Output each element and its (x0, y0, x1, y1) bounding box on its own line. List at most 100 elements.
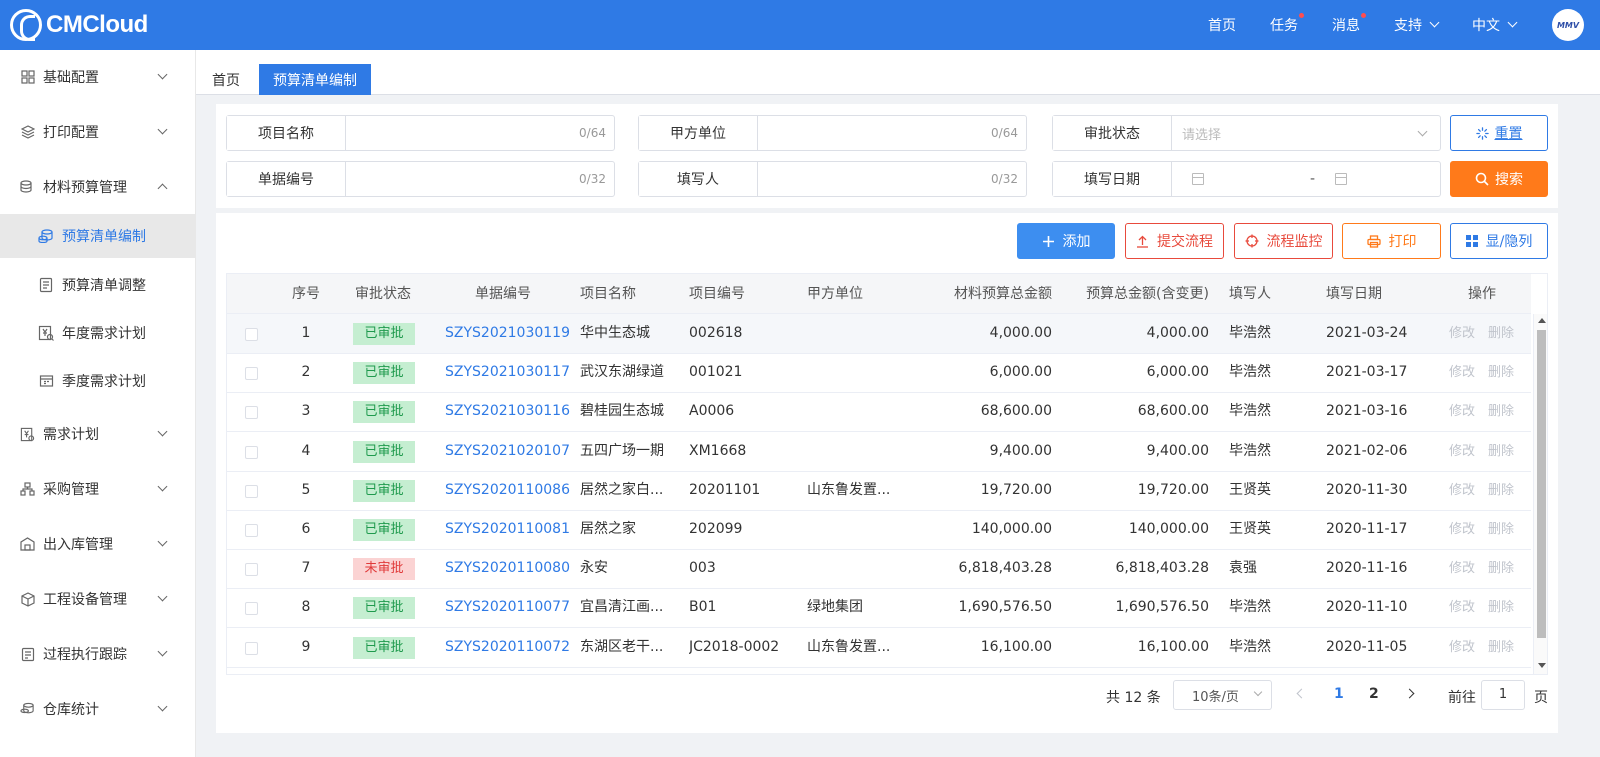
row-checkbox[interactable] (245, 328, 258, 341)
delete-button[interactable]: 删除 (1488, 432, 1518, 471)
sidebar-item-procurement[interactable]: 采购管理 (0, 467, 195, 511)
nav-support[interactable]: 支持 (1394, 15, 1440, 35)
cell-doc-no[interactable]: SZYS2021030117 (445, 353, 570, 392)
prev-page-icon[interactable] (1296, 688, 1307, 699)
goto-page-input[interactable]: 1 (1481, 680, 1525, 710)
sidebar-item-warehouse-stats[interactable]: 仓库统计 (0, 687, 195, 731)
process-monitor-button[interactable]: 流程监控 (1234, 223, 1333, 259)
print-button[interactable]: 打印 (1342, 223, 1441, 259)
sidebar-item-material-budget[interactable]: 材料预算管理 (0, 165, 195, 209)
table-row[interactable]: 已审批 4 SZYS2021020107 五四广场一期 XM1668 9,400.00 9,… (227, 432, 1531, 472)
nav-tasks[interactable]: 任务 (1270, 13, 1304, 35)
toggle-columns-button[interactable]: 显/隐列 (1450, 223, 1548, 259)
row-checkbox[interactable] (245, 641, 258, 655)
cell-total-with-changes: 16,100.00 (1137, 638, 1209, 655)
chevron-down-icon (1417, 126, 1428, 137)
tab-home[interactable]: 首页 (198, 64, 254, 95)
scroll-up-icon[interactable] (1538, 318, 1546, 323)
edit-button[interactable]: 修改 (1449, 314, 1479, 353)
nav-home[interactable]: 首页 (1208, 15, 1236, 35)
sidebar-item-basic-config[interactable]: 基础配置 (0, 55, 195, 99)
search-button[interactable]: 搜索 (1450, 161, 1548, 197)
table-row[interactable]: 已审批 6 SZYS2020110081 居然之家 202099 140,000.00 14… (227, 510, 1531, 550)
table-row[interactable]: 已审批 2 SZYS2021030117 武汉东湖绿道 001021 6,000.00 6,… (227, 353, 1531, 394)
delete-button[interactable]: 删除 (1488, 588, 1518, 627)
col-header-status: 审批状态 (355, 286, 411, 302)
scroll-down-icon[interactable] (1538, 663, 1546, 668)
delete-button[interactable]: 删除 (1488, 353, 1518, 392)
cell-doc-no[interactable]: SZYS2021030116 (445, 392, 570, 431)
row-checkbox[interactable] (245, 563, 258, 577)
submit-process-button[interactable]: 提交流程 (1125, 223, 1224, 259)
logo[interactable]: CMCloud (10, 9, 148, 41)
edit-button[interactable]: 修改 (1449, 549, 1479, 588)
reset-button[interactable]: 重置 (1450, 115, 1548, 151)
sidebar-subitem-quarterly-plan[interactable]: 季度需求计划 (0, 359, 195, 403)
doc-number-field[interactable]: 单据编号 0/32 (226, 161, 615, 197)
delete-button[interactable]: 删除 (1488, 510, 1518, 549)
language-select[interactable]: 中文 (1472, 15, 1518, 35)
sidebar-subitem-budget-compile[interactable]: 预算清单编制 (0, 214, 195, 258)
cell-project-code: 002618 (689, 325, 743, 341)
filler-field[interactable]: 填写人 0/32 (638, 161, 1027, 197)
row-checkbox[interactable] (245, 524, 258, 537)
row-checkbox[interactable] (245, 484, 258, 498)
nav-messages[interactable]: 消息 (1332, 13, 1366, 35)
table-row[interactable]: 未审批 7 SZYS2020110080 永安 003 6,818,403.28 6,818… (227, 549, 1531, 590)
cell-doc-no[interactable]: SZYS2020110081 (445, 510, 570, 549)
table-row[interactable]: 已审批 5 SZYS2020110086 居然之家白... 20201101 山东鲁发置.… (227, 471, 1531, 511)
page-size-select[interactable]: 10条/页 (1173, 680, 1272, 710)
sidebar-item-demand-plan[interactable]: 需求计划 (0, 412, 195, 456)
delete-button[interactable]: 删除 (1488, 628, 1518, 667)
edit-button[interactable]: 修改 (1449, 432, 1479, 471)
table-row[interactable]: 已审批 1 SZYS2021030119 华中生态城 002618 4,000.00 4,0… (227, 314, 1531, 354)
date-range-inputs[interactable]: - (1172, 162, 1440, 196)
avatar[interactable]: MMV (1552, 9, 1584, 41)
sidebar-subitem-annual-plan[interactable]: 年度需求计划 (0, 311, 195, 355)
approval-status-select[interactable]: 审批状态 请选择 (1052, 115, 1441, 151)
delete-button[interactable]: 删除 (1488, 549, 1518, 588)
edit-button[interactable]: 修改 (1449, 353, 1479, 392)
columns-label: 显/隐列 (1485, 234, 1533, 250)
row-checkbox[interactable] (245, 406, 258, 420)
delete-button[interactable]: 删除 (1488, 471, 1518, 510)
edit-button[interactable]: 修改 (1449, 628, 1479, 667)
table-row[interactable]: 已审批 9 SZYS2020110072 东湖区老干... JC2018-0002 山东鲁… (227, 628, 1531, 668)
project-name-field[interactable]: 项目名称 0/64 (226, 115, 615, 151)
delete-button[interactable]: 删除 (1488, 392, 1518, 431)
edit-button[interactable]: 修改 (1449, 471, 1479, 510)
sidebar-item-inventory-inout[interactable]: 出入库管理 (0, 522, 195, 566)
vertical-scrollbar[interactable] (1533, 314, 1547, 674)
edit-button[interactable]: 修改 (1449, 588, 1479, 627)
sidebar-item-equipment[interactable]: 工程设备管理 (0, 577, 195, 621)
row-checkbox[interactable] (245, 602, 258, 616)
cell-project-name: 五四广场一期 (580, 442, 664, 459)
cell-doc-no[interactable]: SZYS2021030119 (445, 314, 570, 353)
tab-budget-compile[interactable]: 预算清单编制 (259, 64, 371, 95)
table-row[interactable]: 已审批 8 SZYS2020110077 宜昌清江画... B01 绿地集团 1,690,5… (227, 588, 1531, 629)
cell-doc-no[interactable]: SZYS2020110072 (445, 628, 570, 667)
cell-doc-no[interactable]: SZYS2020110077 (445, 588, 570, 627)
sidebar-subitem-budget-adjust[interactable]: 预算清单调整 (0, 263, 195, 307)
cell-doc-no[interactable]: SZYS2021020107 (445, 432, 570, 471)
add-button[interactable]: 添加 (1017, 223, 1115, 259)
sidebar-item-process-tracking[interactable]: 过程执行跟踪 (0, 632, 195, 676)
party-a-field[interactable]: 甲方单位 0/64 (638, 115, 1027, 151)
next-page-icon[interactable] (1404, 688, 1415, 699)
edit-button[interactable]: 修改 (1449, 392, 1479, 431)
cell-doc-no[interactable]: SZYS2020110086 (445, 471, 570, 510)
table-panel: 添加 提交流程 流程监控 打印 显/隐列 序号 审批状态 单据编号 项目名称 项… (216, 213, 1558, 733)
fill-date-range[interactable]: 填写日期 - (1052, 161, 1441, 197)
cell-project-name: 宜昌清江画... (580, 599, 664, 616)
cell-fill-date: 2021-03-16 (1326, 403, 1408, 420)
table-row[interactable]: 已审批 3 SZYS2021030116 碧桂园生态城 A0006 68,600.00 68… (227, 392, 1531, 433)
sidebar-item-print-config[interactable]: 打印配置 (0, 110, 195, 154)
cell-doc-no[interactable]: SZYS2020110080 (445, 549, 570, 588)
row-checkbox[interactable] (245, 367, 258, 381)
scrollbar-thumb[interactable] (1537, 330, 1546, 638)
page-number-1[interactable]: 1 (1334, 686, 1344, 702)
page-number-2[interactable]: 2 (1369, 686, 1379, 702)
row-checkbox[interactable] (245, 445, 258, 459)
edit-button[interactable]: 修改 (1449, 510, 1479, 549)
delete-button[interactable]: 删除 (1488, 314, 1518, 353)
